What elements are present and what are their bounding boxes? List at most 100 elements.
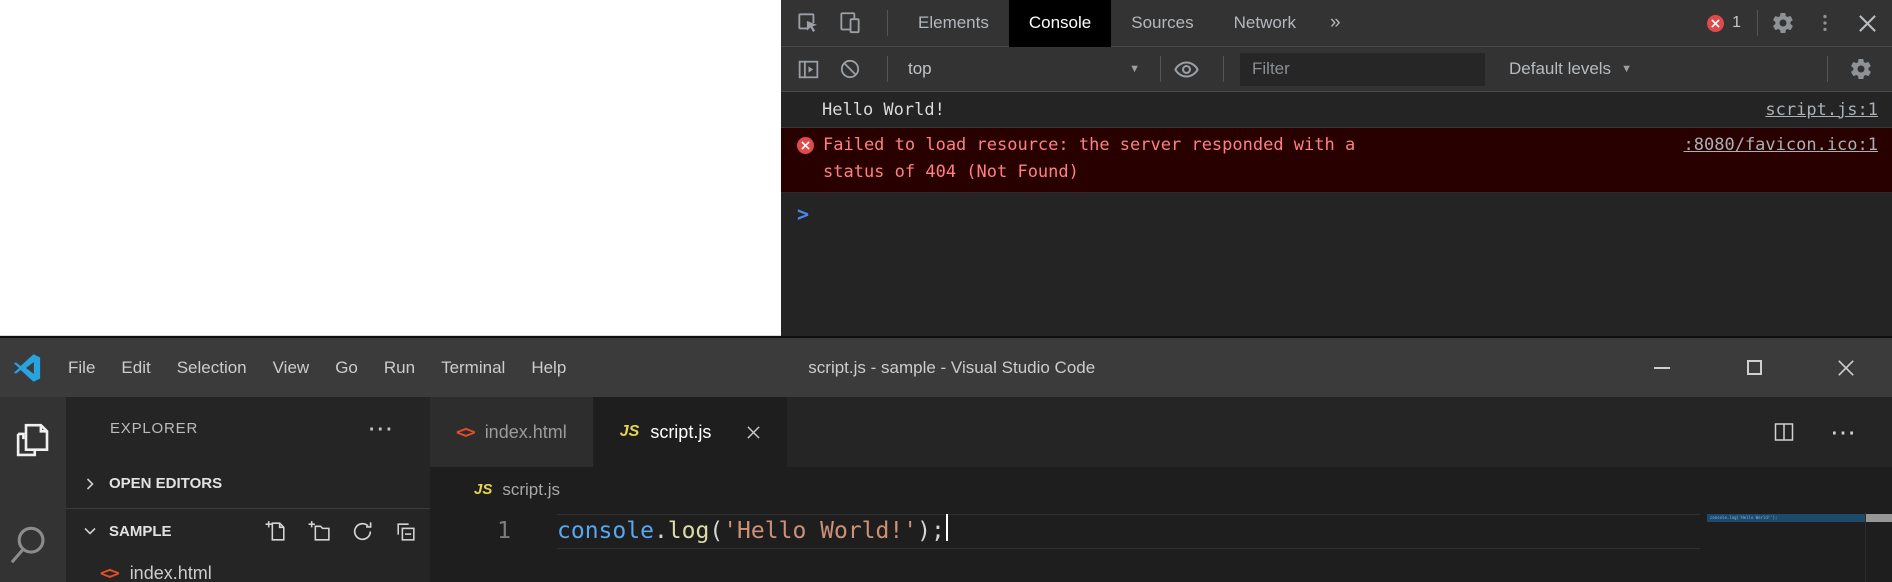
chevron-down-icon: ▼ (1129, 63, 1140, 75)
menu-view[interactable]: View (260, 358, 323, 378)
more-tabs-icon[interactable]: » (1316, 12, 1355, 34)
chevron-right-icon (82, 476, 98, 492)
open-editors-section[interactable]: OPEN EDITORS (66, 459, 430, 509)
devtools-panel: Elements Console Sources Network » 1 (781, 0, 1892, 336)
vscode-body: EXPLORER ⋯ OPEN EDITORS SAMPLE (0, 397, 1892, 582)
chevron-down-icon: ▼ (1621, 63, 1632, 75)
tab-elements[interactable]: Elements (898, 0, 1009, 47)
menu-edit[interactable]: Edit (108, 358, 163, 378)
file-item-index-html[interactable]: <> index.html (66, 553, 430, 582)
refresh-icon[interactable] (349, 518, 375, 544)
code-token: . (654, 518, 668, 544)
minimize-button[interactable] (1616, 338, 1708, 397)
toolbar-separator (1160, 56, 1161, 82)
inspect-element-icon[interactable] (793, 8, 823, 38)
folder-actions (263, 518, 418, 544)
menu-terminal[interactable]: Terminal (428, 358, 518, 378)
menu-help[interactable]: Help (518, 358, 579, 378)
breadcrumb-file[interactable]: script.js (502, 480, 560, 500)
vscode-logo-icon (12, 353, 42, 383)
new-file-icon[interactable] (263, 518, 289, 544)
code-token: log (668, 518, 710, 544)
menu-go[interactable]: Go (322, 358, 371, 378)
devtools-tab-strip: Elements Console Sources Network » (898, 0, 1355, 47)
console-log-source-link[interactable]: script.js:1 (1745, 100, 1878, 120)
open-editors-label: OPEN EDITORS (109, 475, 222, 492)
toolbar-separator (887, 56, 888, 82)
clear-console-icon[interactable] (835, 54, 865, 84)
split-editor-icon[interactable] (1772, 420, 1796, 444)
code-token: ) (917, 518, 931, 544)
menu-file[interactable]: File (55, 358, 108, 378)
breadcrumb: JS script.js (430, 467, 1892, 512)
close-window-button[interactable] (1800, 338, 1892, 397)
text-cursor (946, 514, 948, 541)
html-file-icon: <> (100, 563, 118, 582)
console-log-row: Hello World! script.js:1 (781, 92, 1892, 128)
collapse-all-icon[interactable] (392, 518, 418, 544)
menu-selection[interactable]: Selection (164, 358, 260, 378)
minimap[interactable]: console.log('Hello World!'); (1707, 512, 1865, 582)
editor-group: <> index.html JS script.js (430, 397, 1892, 582)
tab-network[interactable]: Network (1214, 0, 1316, 47)
search-activity-icon[interactable] (9, 520, 57, 568)
browser-viewport (0, 0, 781, 336)
error-count-badge[interactable]: 1 (1707, 14, 1741, 32)
code-editor[interactable]: 1 console.log('Hello World!'); console.l… (430, 512, 1892, 582)
console-settings-gear-icon[interactable] (1846, 54, 1876, 84)
log-level-dropdown[interactable]: Default levels ▼ (1491, 59, 1650, 79)
editor-actions: ⋯ (1772, 397, 1892, 467)
code-line[interactable]: 1 console.log('Hello World!'); (430, 514, 1892, 549)
settings-gear-icon[interactable] (1768, 8, 1798, 38)
console-filter-input[interactable] (1240, 53, 1485, 86)
maximize-button[interactable] (1708, 338, 1800, 397)
device-toolbar-icon[interactable] (835, 8, 865, 38)
console-log-text: Hello World! (822, 100, 945, 120)
chevron-down-icon (82, 523, 98, 539)
toolbar-separator (1757, 10, 1758, 36)
tab-console[interactable]: Console (1009, 0, 1111, 47)
context-selector[interactable]: top ▼ (898, 59, 1150, 79)
error-icon (1707, 15, 1724, 32)
explorer-activity-icon[interactable] (9, 416, 57, 464)
console-toolbar: top ▼ Default levels ▼ (781, 47, 1892, 92)
tab-label: index.html (485, 422, 567, 443)
tab-index-html[interactable]: <> index.html (430, 397, 594, 467)
toolbar-separator (1223, 56, 1224, 82)
code-token: ; (931, 518, 945, 544)
html-file-icon: <> (456, 422, 474, 443)
console-prompt[interactable]: > (781, 193, 1892, 226)
console-error-source-link[interactable]: :8080/favicon.ico:1 (1664, 132, 1878, 159)
close-tab-icon[interactable] (746, 425, 761, 440)
context-selector-value: top (908, 59, 932, 79)
close-icon (1837, 359, 1855, 377)
line-number: 1 (430, 514, 557, 549)
close-devtools-icon[interactable] (1852, 8, 1882, 38)
live-expression-eye-icon[interactable] (1171, 54, 1201, 84)
console-error-text: Failed to load resource: the server resp… (823, 132, 1368, 186)
explorer-title: EXPLORER (110, 420, 198, 437)
explorer-header: EXPLORER ⋯ (66, 397, 430, 459)
code-token: console (557, 518, 654, 544)
new-folder-icon[interactable] (306, 518, 332, 544)
maximize-icon (1747, 360, 1762, 375)
code-token: 'Hello World!' (723, 518, 917, 544)
editor-tab-bar: <> index.html JS script.js (430, 397, 1892, 467)
kebab-menu-icon[interactable] (1810, 8, 1840, 38)
scrollbar-thumb[interactable] (1866, 514, 1892, 522)
js-file-icon: JS (474, 481, 492, 498)
toolbar-separator (887, 10, 888, 36)
tab-sources[interactable]: Sources (1111, 0, 1213, 47)
code-token: ( (709, 518, 723, 544)
console-sidebar-icon[interactable] (793, 54, 823, 84)
log-level-value: Default levels (1509, 59, 1611, 79)
tab-script-js[interactable]: JS script.js (594, 397, 788, 467)
tab-label: script.js (650, 422, 711, 443)
error-count: 1 (1732, 14, 1741, 32)
screen: Elements Console Sources Network » 1 (0, 0, 1892, 582)
minimize-icon (1654, 367, 1670, 369)
window-controls (1616, 338, 1892, 397)
editor-scrollbar[interactable] (1865, 512, 1892, 582)
folder-section[interactable]: SAMPLE (66, 509, 430, 553)
menu-run[interactable]: Run (371, 358, 428, 378)
